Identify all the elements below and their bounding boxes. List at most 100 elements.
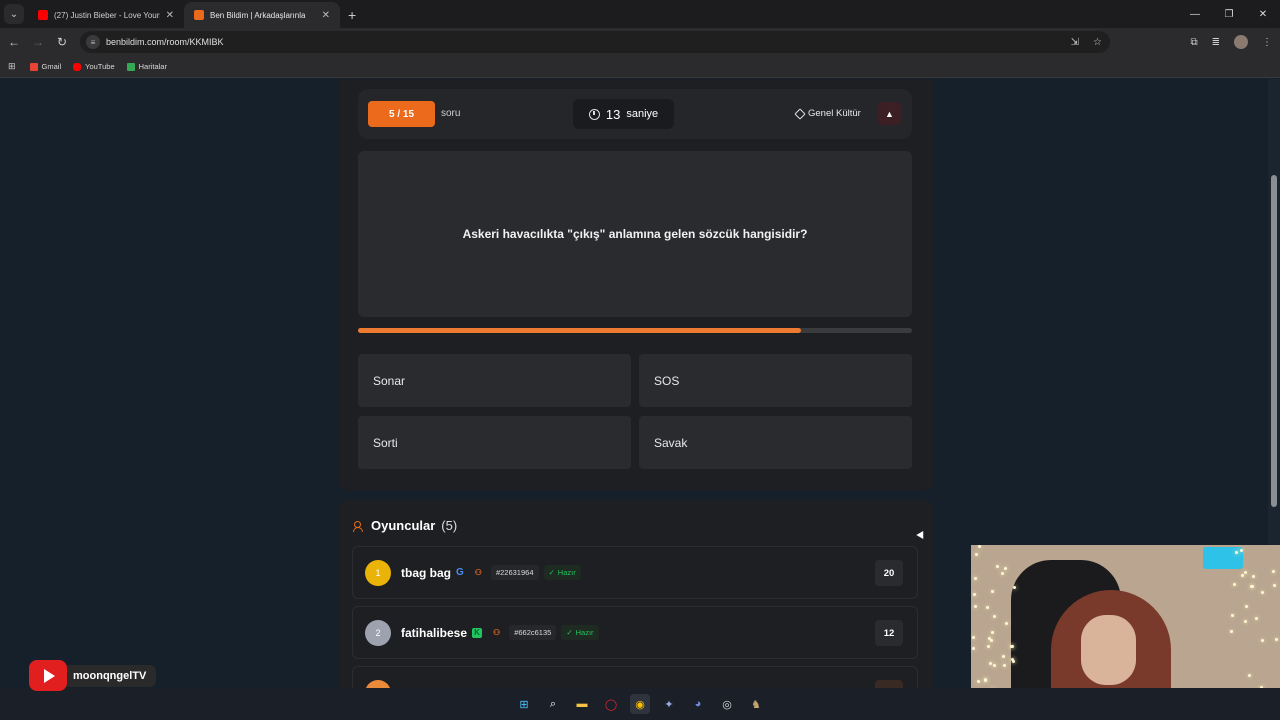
light-dot bbox=[1271, 569, 1275, 573]
tab-search-button[interactable]: ⌄ bbox=[4, 4, 24, 24]
player-score: 20 bbox=[875, 560, 903, 586]
app-icon[interactable]: ✦ bbox=[659, 694, 679, 714]
scrollbar-thumb[interactable] bbox=[1271, 175, 1277, 507]
light-dot bbox=[1002, 663, 1006, 667]
bookmark-maps[interactable]: Haritalar bbox=[126, 62, 167, 71]
back-icon[interactable]: ← bbox=[2, 35, 26, 49]
check-circle-icon: ✓ bbox=[566, 628, 573, 637]
chrome-icon[interactable]: ◉ bbox=[630, 694, 650, 714]
tab-benbildim[interactable]: Ben Bildim | Arkadaşlarınla ✕ bbox=[184, 2, 340, 28]
clock-icon bbox=[588, 108, 600, 120]
rank-badge: 1 bbox=[365, 560, 391, 586]
light-dot bbox=[976, 679, 980, 683]
light-dot bbox=[1005, 621, 1009, 625]
answer-option[interactable]: Sonar bbox=[358, 354, 631, 407]
bookmarks-bar: ⊞ Gmail YouTube Haritalar bbox=[0, 56, 1280, 78]
timer-value: 13 bbox=[605, 106, 621, 122]
player-id: #22631964 bbox=[490, 565, 539, 580]
windows-start-icon[interactable]: ⊞ bbox=[514, 694, 534, 714]
light-dot bbox=[1254, 616, 1258, 620]
time-progress-bar bbox=[358, 328, 912, 333]
obs-icon[interactable]: ◎ bbox=[717, 694, 737, 714]
reload-icon[interactable]: ↻ bbox=[50, 35, 74, 49]
players-title: Oyuncular bbox=[371, 518, 436, 533]
restore-icon[interactable]: ❐ bbox=[1212, 0, 1246, 28]
light-dot bbox=[990, 631, 994, 635]
site-info-icon[interactable]: ≡ bbox=[86, 35, 100, 49]
countdown-timer: 13 saniye bbox=[573, 99, 674, 129]
time-progress-fill bbox=[358, 328, 802, 333]
warning-icon: ▲ bbox=[885, 108, 894, 119]
ready-badge: ✓ Hazır bbox=[561, 625, 599, 640]
player-row: 2 fatihalibese K ⚇ #662c6135 ✓ Hazır 12 bbox=[352, 606, 918, 659]
address-bar[interactable]: ≡ benbildim.com/room/KKMIBK ⇲ ☆ bbox=[80, 31, 1110, 53]
forward-icon[interactable]: → bbox=[26, 35, 50, 49]
bookmark-label: Haritalar bbox=[138, 62, 167, 71]
add-friend-icon[interactable]: ⚇ bbox=[475, 568, 482, 577]
add-friend-icon[interactable]: ⚇ bbox=[493, 628, 500, 637]
discord-icon[interactable]: ◕ bbox=[688, 694, 708, 714]
bookmark-label: Gmail bbox=[41, 62, 62, 71]
bookmark-star-icon[interactable]: ☆ bbox=[1093, 37, 1102, 48]
close-tab-icon[interactable]: ✕ bbox=[166, 10, 174, 21]
youtube-favicon-icon bbox=[38, 10, 48, 20]
light-dot bbox=[1243, 619, 1247, 623]
light-dot bbox=[1260, 639, 1264, 643]
question-counter-label: soru bbox=[441, 108, 461, 119]
player-name: tbag bag bbox=[401, 565, 451, 580]
ready-label: Hazır bbox=[575, 628, 594, 637]
search-icon[interactable]: ⌕ bbox=[543, 694, 563, 714]
light-dot bbox=[985, 605, 989, 609]
light-dot bbox=[996, 564, 1000, 568]
players-count: (5) bbox=[441, 518, 458, 533]
ready-badge: ✓ Hazır bbox=[543, 565, 581, 580]
players-heading: Oyuncular (5) bbox=[353, 518, 457, 533]
youtube-logo-icon bbox=[29, 660, 67, 691]
media-control-icon[interactable]: ≣ bbox=[1212, 37, 1220, 48]
bookmark-youtube[interactable]: YouTube bbox=[73, 62, 115, 71]
gmail-icon bbox=[29, 62, 38, 71]
players-panel: Oyuncular (5) 1 tbag bag G ⚇ #22631964 ✓… bbox=[338, 500, 934, 720]
player-info: fatihalibese K ⚇ #662c6135 ✓ Hazır bbox=[401, 625, 599, 640]
quiz-header: 5 / 15 soru 13 saniye Genel Kültür ▲ bbox=[358, 89, 912, 139]
light-dot bbox=[1230, 629, 1234, 633]
apps-grid-icon[interactable]: ⊞ bbox=[8, 61, 16, 72]
minimize-icon[interactable]: — bbox=[1178, 0, 1212, 28]
league-icon[interactable]: ♞ bbox=[746, 694, 766, 714]
answer-option[interactable]: Savak bbox=[639, 416, 912, 469]
maps-icon bbox=[126, 62, 135, 71]
tab-title: Ben Bildim | Arkadaşlarınla bbox=[210, 10, 306, 20]
question-counter: 5 / 15 bbox=[368, 101, 435, 127]
extensions-icon[interactable]: ⧉ bbox=[1190, 37, 1197, 48]
new-tab-icon[interactable]: + bbox=[348, 7, 356, 23]
rank-badge: 2 bbox=[365, 620, 391, 646]
opera-icon[interactable]: ◯ bbox=[601, 694, 621, 714]
window-controls: — ❐ ✕ bbox=[1178, 0, 1280, 28]
quiz-card: 5 / 15 soru 13 saniye Genel Kültür ▲ Ask… bbox=[338, 79, 934, 490]
light-dot bbox=[1001, 654, 1005, 658]
light-dot bbox=[987, 644, 991, 648]
light-dot bbox=[1272, 584, 1276, 588]
bookmark-label: YouTube bbox=[85, 62, 115, 71]
tab-youtube[interactable]: (27) Justin Bieber - Love Yourse ✕ bbox=[28, 2, 184, 28]
light-dot bbox=[1230, 613, 1234, 617]
menu-icon[interactable]: ⋮ bbox=[1262, 37, 1272, 48]
kick-icon: K bbox=[472, 627, 483, 638]
browser-toolbar: ← → ↻ ≡ benbildim.com/room/KKMIBK ⇲ ☆ ⧉ … bbox=[0, 28, 1280, 56]
close-tab-icon[interactable]: ✕ bbox=[322, 10, 330, 21]
file-explorer-icon[interactable]: ▬ bbox=[572, 694, 592, 714]
bookmark-gmail[interactable]: Gmail bbox=[29, 62, 62, 71]
answer-option[interactable]: Sorti bbox=[358, 416, 631, 469]
answer-option[interactable]: SOS bbox=[639, 354, 912, 407]
player-row: 1 tbag bag G ⚇ #22631964 ✓ Hazır 20 bbox=[352, 546, 918, 599]
light-dot bbox=[973, 592, 977, 596]
profile-avatar[interactable] bbox=[1234, 35, 1248, 49]
install-app-icon[interactable]: ⇲ bbox=[1071, 37, 1079, 48]
player-name: fatihalibese bbox=[401, 625, 468, 640]
close-window-icon[interactable]: ✕ bbox=[1246, 0, 1280, 28]
check-circle-icon: ✓ bbox=[548, 568, 555, 577]
report-button[interactable]: ▲ bbox=[878, 102, 901, 125]
category-tag: Genel Kültür bbox=[794, 107, 861, 120]
player-id: #662c6135 bbox=[509, 625, 557, 640]
google-icon: G bbox=[456, 567, 464, 578]
